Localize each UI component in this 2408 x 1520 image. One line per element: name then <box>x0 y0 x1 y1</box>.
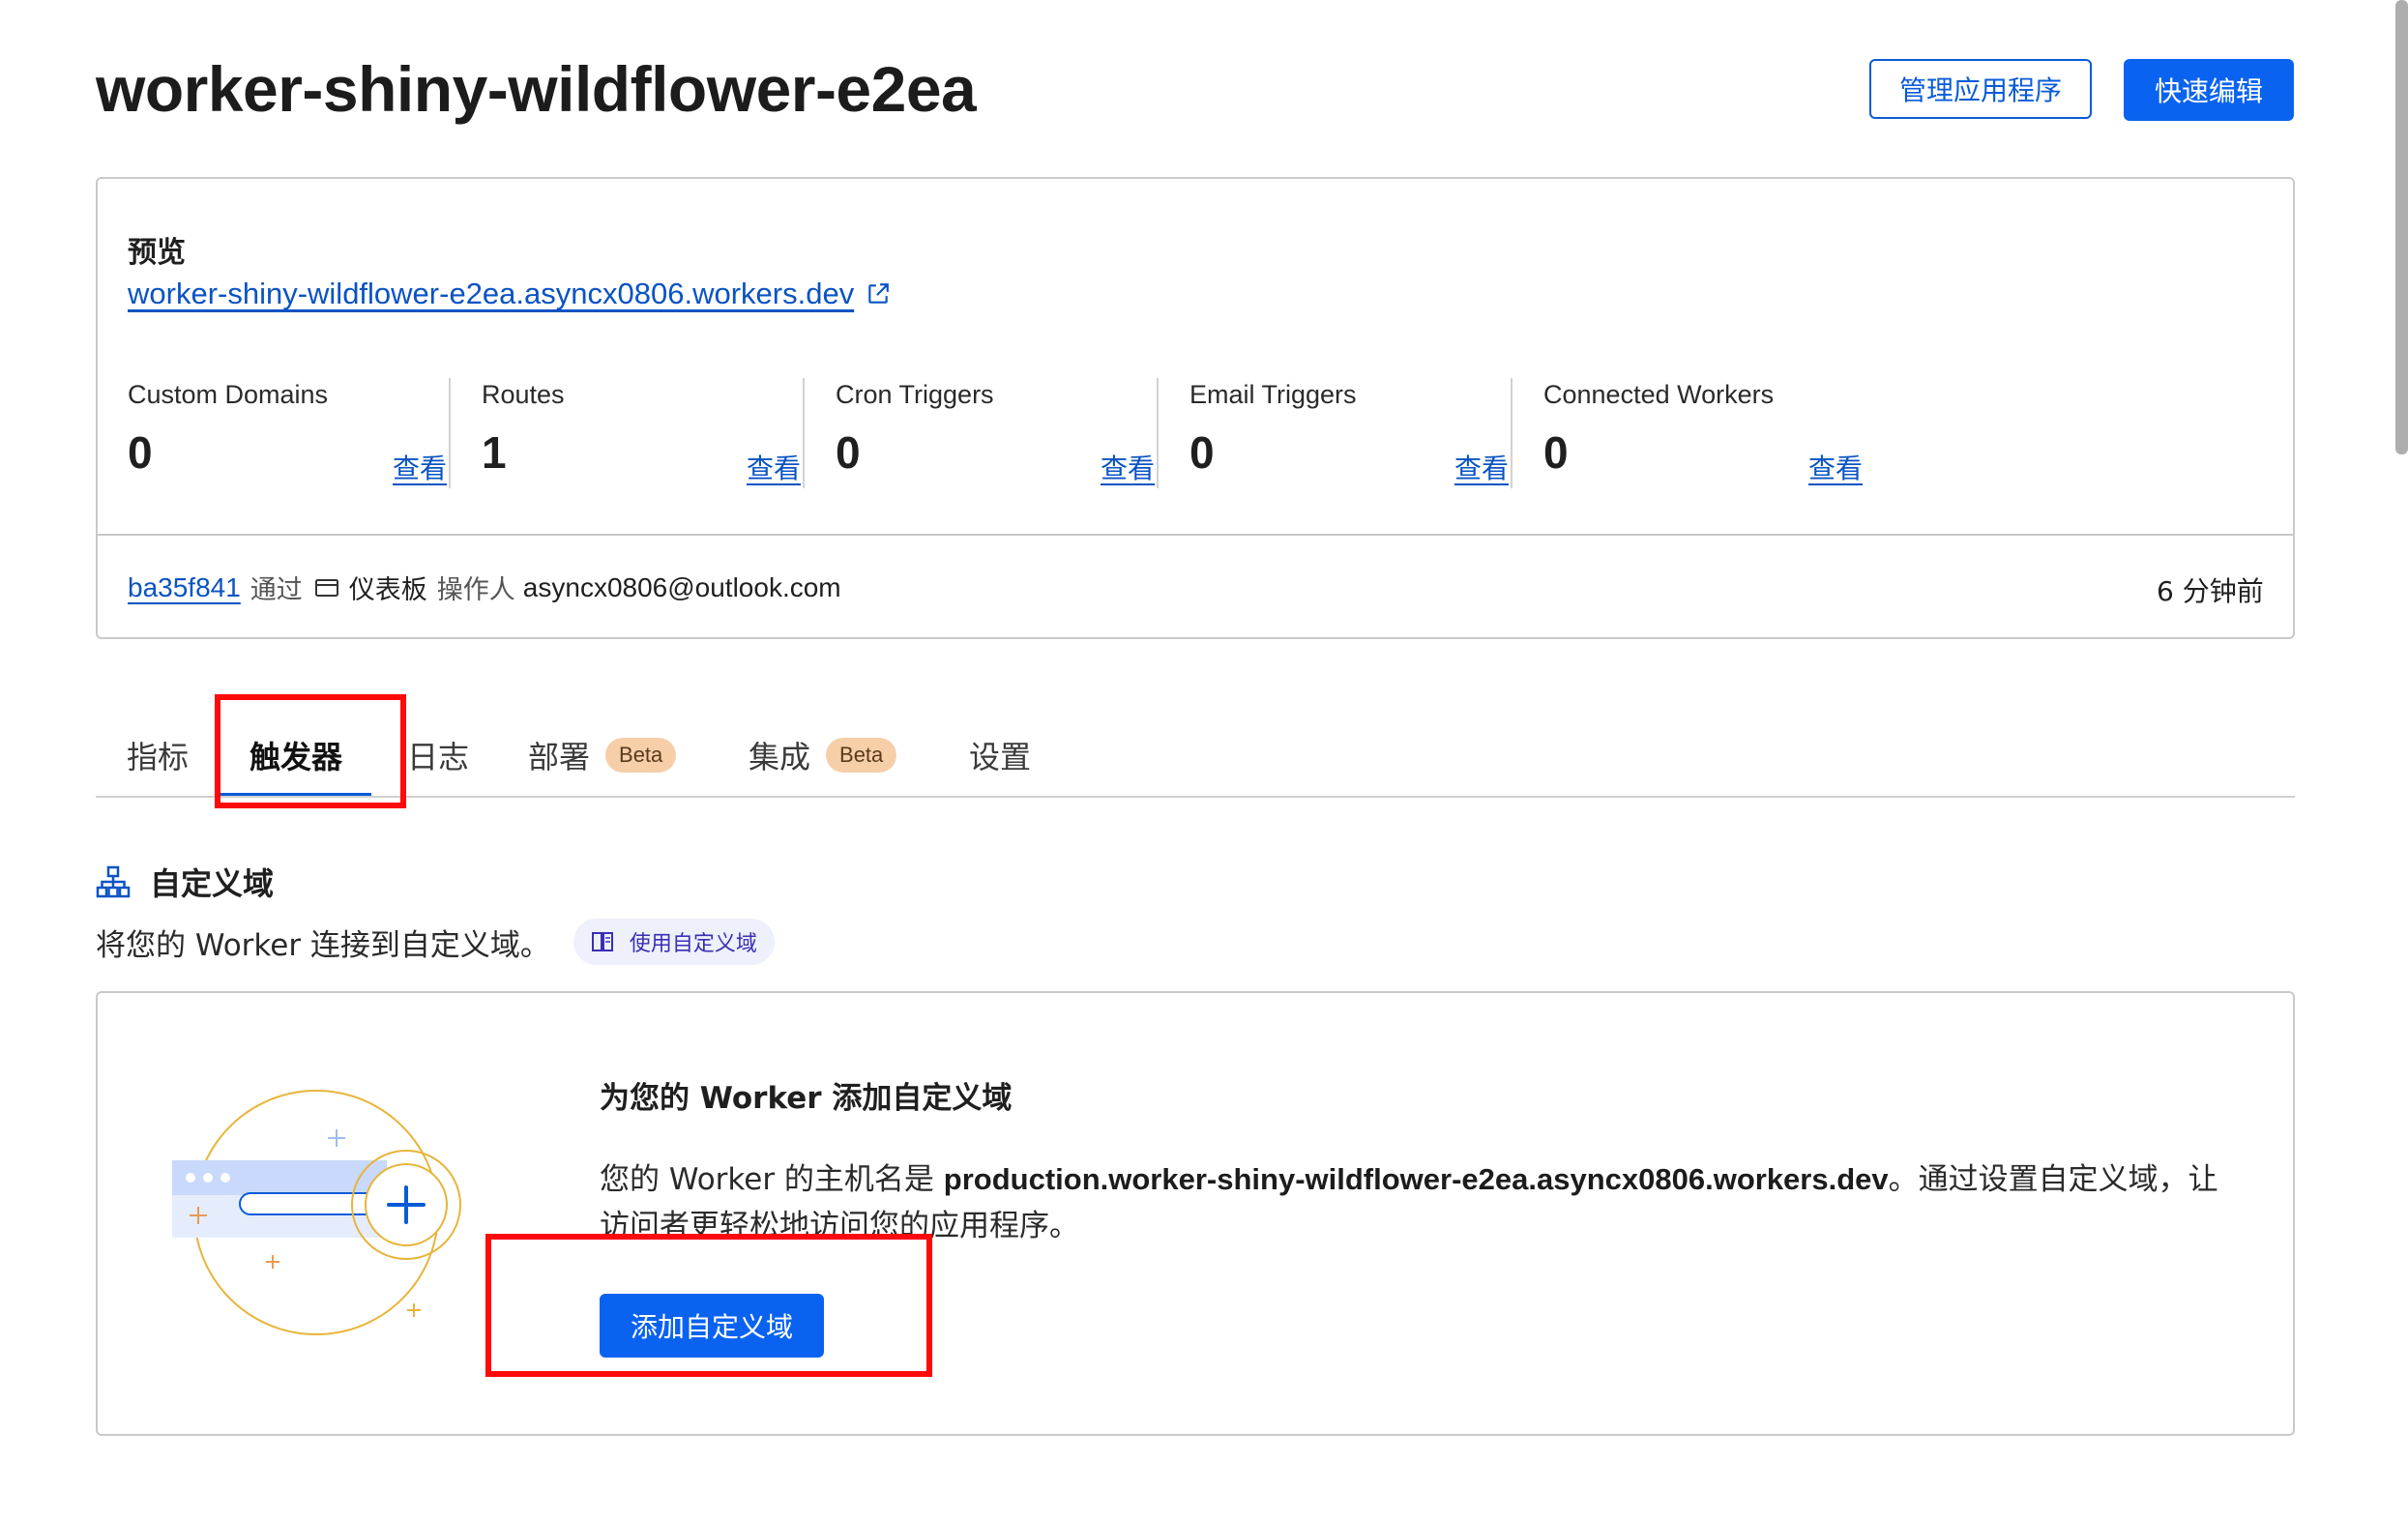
sitemap-icon <box>96 865 131 898</box>
custom-domains-heading: 自定义域 <box>96 860 274 904</box>
source-label: 仪表板 <box>348 575 427 605</box>
body-prefix: 您的 Worker 的主机名是 <box>600 1162 944 1197</box>
tab-settings[interactable]: 设置 <box>969 733 1031 777</box>
stat-value: 0 <box>1543 427 1569 478</box>
commit-hash-link[interactable]: ba35f841 <box>128 572 241 603</box>
stat-label: Connected Workers <box>1543 380 1775 409</box>
tab-integrations[interactable]: 集成 Beta <box>749 733 897 777</box>
stat-value: 1 <box>482 427 507 478</box>
stat-routes: Routes 1 查看 <box>482 380 801 496</box>
deployment-time: 6 分钟前 <box>2157 575 2264 607</box>
beta-badge: Beta <box>826 738 897 773</box>
annotation-highlight-triggers-tab <box>215 694 406 808</box>
quick-edit-button[interactable]: 快速编辑 <box>2124 59 2294 121</box>
stat-view-link[interactable]: 查看 <box>1454 448 1509 486</box>
dashboard-icon <box>314 578 338 597</box>
via-label: 通过 <box>250 575 303 605</box>
stat-value: 0 <box>1189 427 1215 478</box>
stat-divider <box>449 378 451 488</box>
stat-label: Routes <box>482 380 565 409</box>
preview-label: 预览 <box>128 236 186 270</box>
book-icon <box>591 932 613 951</box>
page-scrollbar[interactable] <box>2395 0 2408 454</box>
beta-badge: Beta <box>605 738 677 773</box>
worker-hostname: production.worker-shiny-wildflower-e2ea.… <box>943 1162 1889 1196</box>
tab-deployments[interactable]: 部署 Beta <box>528 733 677 777</box>
annotation-highlight-add-button <box>485 1234 932 1377</box>
worker-overview-page: worker-shiny-wildflower-e2ea 管理应用程序 快速编辑… <box>0 0 2408 1520</box>
stat-divider <box>1157 378 1159 488</box>
stat-view-link[interactable]: 查看 <box>747 448 801 486</box>
stat-connected-workers: Connected Workers 0 查看 <box>1543 380 1863 496</box>
deployment-info: ba35f841 通过 仪表板 操作人 asyncx0806@outlook.c… <box>128 569 841 606</box>
stat-label: Custom Domains <box>128 380 329 409</box>
tab-bar-divider <box>96 796 2295 798</box>
card-divider <box>96 534 2295 536</box>
tab-label: 日志 <box>407 739 470 775</box>
tab-label: 设置 <box>969 739 1032 775</box>
tab-label: 部署 <box>528 739 591 775</box>
operator-email: asyncx0806@outlook.com <box>522 571 841 602</box>
docs-link-label[interactable]: 使用自定义域 <box>630 926 757 957</box>
add-domain-title: 为您的 Worker 添加自定义域 <box>600 1081 1013 1116</box>
stat-cron-triggers: Cron Triggers 0 查看 <box>836 380 1155 496</box>
tab-logs[interactable]: 日志 <box>407 733 469 777</box>
tab-label: 指标 <box>127 739 190 775</box>
docs-link-chip[interactable]: 使用自定义域 <box>573 919 775 965</box>
stat-value: 0 <box>128 427 153 478</box>
page-title: worker-shiny-wildflower-e2ea <box>96 53 977 125</box>
stat-view-link[interactable]: 查看 <box>393 448 447 486</box>
stat-email-triggers: Email Triggers 0 查看 <box>1189 380 1509 496</box>
custom-domains-description-row: 将您的 Worker 连接到自定义域。 使用自定义域 <box>96 919 775 965</box>
section-title-text: 自定义域 <box>150 865 275 902</box>
stat-label: Cron Triggers <box>836 380 994 409</box>
section-description: 将您的 Worker 连接到自定义域。 <box>96 927 550 963</box>
stat-view-link[interactable]: 查看 <box>1808 448 1863 486</box>
stat-divider <box>803 378 805 488</box>
stat-divider <box>1511 378 1512 488</box>
preview-url-text[interactable]: worker-shiny-wildflower-e2ea.asyncx0806.… <box>128 277 854 311</box>
manage-application-button[interactable]: 管理应用程序 <box>1869 59 2092 119</box>
preview-url-link[interactable]: worker-shiny-wildflower-e2ea.asyncx0806.… <box>128 277 891 311</box>
tab-bar: 指标 触发器 日志 部署 Beta 集成 Beta 设置 <box>96 716 2295 799</box>
stat-view-link[interactable]: 查看 <box>1101 448 1155 486</box>
tab-metrics[interactable]: 指标 <box>127 733 189 777</box>
stat-value: 0 <box>836 427 861 478</box>
custom-domain-illustration <box>172 1090 461 1335</box>
external-link-icon <box>868 283 890 304</box>
stat-custom-domains: Custom Domains 0 查看 <box>128 380 447 496</box>
stat-label: Email Triggers <box>1189 380 1357 409</box>
tab-label: 集成 <box>749 739 811 775</box>
operator-label: 操作人 <box>436 575 515 605</box>
